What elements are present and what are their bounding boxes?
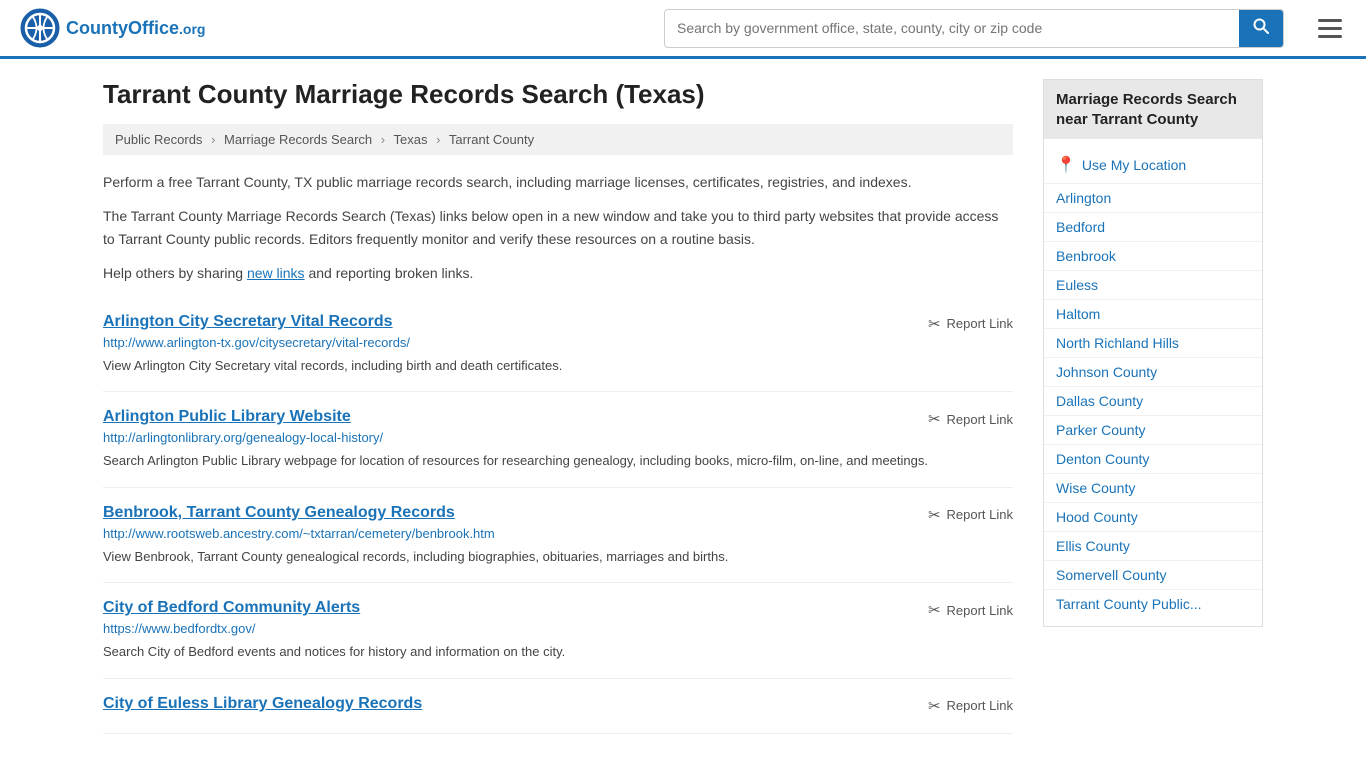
breadcrumb-public-records[interactable]: Public Records xyxy=(115,132,202,147)
result-desc: View Arlington City Secretary vital reco… xyxy=(103,356,1013,376)
logo-text: CountyOffice.org xyxy=(66,18,205,39)
use-my-location-label: Use My Location xyxy=(1082,157,1186,173)
logo-county: CountyOffice xyxy=(66,18,179,38)
result-title[interactable]: Arlington City Secretary Vital Records xyxy=(103,313,393,331)
result-item: Benbrook, Tarrant County Genealogy Recor… xyxy=(103,488,1013,584)
result-header: City of Bedford Community Alerts ✂ Repor… xyxy=(103,599,1013,621)
breadcrumb: Public Records › Marriage Records Search… xyxy=(103,124,1013,155)
result-title[interactable]: City of Bedford Community Alerts xyxy=(103,599,360,617)
sidebar-link-somervell-county[interactable]: Somervell County xyxy=(1044,561,1262,590)
report-link[interactable]: ✂ Report Link xyxy=(928,506,1013,524)
hamburger-menu-button[interactable] xyxy=(1314,15,1346,42)
search-bar xyxy=(664,9,1284,48)
sidebar-link-hood-county[interactable]: Hood County xyxy=(1044,503,1262,532)
breadcrumb-sep-2: › xyxy=(381,132,385,147)
report-label: Report Link xyxy=(947,698,1013,713)
result-item: City of Euless Library Genealogy Records… xyxy=(103,679,1013,734)
breadcrumb-tarrant-county[interactable]: Tarrant County xyxy=(449,132,534,147)
logo-icon xyxy=(20,8,60,48)
report-icon: ✂ xyxy=(928,410,941,428)
result-url[interactable]: http://arlingtonlibrary.org/genealogy-lo… xyxy=(103,430,1013,445)
result-url[interactable]: http://www.rootsweb.ancestry.com/~txtarr… xyxy=(103,526,1013,541)
logo[interactable]: CountyOffice.org xyxy=(20,8,205,48)
sidebar-link-denton-county[interactable]: Denton County xyxy=(1044,445,1262,474)
use-my-location-link[interactable]: 📍 Use My Location xyxy=(1044,147,1262,184)
logo-suffix: .org xyxy=(179,21,205,37)
result-title[interactable]: City of Euless Library Genealogy Records xyxy=(103,695,422,713)
result-desc: Search City of Bedford events and notice… xyxy=(103,642,1013,662)
result-header: City of Euless Library Genealogy Records… xyxy=(103,695,1013,717)
sidebar-section: Marriage Records Search near Tarrant Cou… xyxy=(1043,79,1263,627)
report-label: Report Link xyxy=(947,316,1013,331)
sidebar-link-benbrook[interactable]: Benbrook xyxy=(1044,242,1262,271)
breadcrumb-sep-3: › xyxy=(436,132,440,147)
sidebar-link-parker-county[interactable]: Parker County xyxy=(1044,416,1262,445)
menu-bar-1 xyxy=(1318,19,1342,22)
result-title[interactable]: Arlington Public Library Website xyxy=(103,408,351,426)
result-desc: View Benbrook, Tarrant County genealogic… xyxy=(103,547,1013,567)
result-header: Arlington City Secretary Vital Records ✂… xyxy=(103,313,1013,335)
share-prefix: Help others by sharing xyxy=(103,265,247,281)
result-desc: Search Arlington Public Library webpage … xyxy=(103,451,1013,471)
result-item: Arlington Public Library Website ✂ Repor… xyxy=(103,392,1013,488)
page-title: Tarrant County Marriage Records Search (… xyxy=(103,79,1013,110)
search-icon xyxy=(1253,18,1269,34)
report-label: Report Link xyxy=(947,507,1013,522)
header: CountyOffice.org xyxy=(0,0,1366,59)
result-item: Arlington City Secretary Vital Records ✂… xyxy=(103,297,1013,393)
breadcrumb-marriage-records[interactable]: Marriage Records Search xyxy=(224,132,372,147)
report-link[interactable]: ✂ Report Link xyxy=(928,315,1013,333)
sidebar: Marriage Records Search near Tarrant Cou… xyxy=(1043,79,1263,734)
sidebar-link-arlington[interactable]: Arlington xyxy=(1044,184,1262,213)
report-icon: ✂ xyxy=(928,601,941,619)
sidebar-link-johnson-county[interactable]: Johnson County xyxy=(1044,358,1262,387)
content-area: Tarrant County Marriage Records Search (… xyxy=(103,79,1013,734)
sidebar-link-haltom[interactable]: Haltom xyxy=(1044,300,1262,329)
report-label: Report Link xyxy=(947,603,1013,618)
sidebar-link-tarrant-county-public[interactable]: Tarrant County Public... xyxy=(1044,590,1262,618)
report-icon: ✂ xyxy=(928,506,941,524)
report-label: Report Link xyxy=(947,412,1013,427)
sidebar-link-dallas-county[interactable]: Dallas County xyxy=(1044,387,1262,416)
result-item: City of Bedford Community Alerts ✂ Repor… xyxy=(103,583,1013,679)
search-button[interactable] xyxy=(1239,10,1283,47)
sidebar-link-euless[interactable]: Euless xyxy=(1044,271,1262,300)
result-header: Benbrook, Tarrant County Genealogy Recor… xyxy=(103,504,1013,526)
report-link[interactable]: ✂ Report Link xyxy=(928,410,1013,428)
sidebar-link-bedford[interactable]: Bedford xyxy=(1044,213,1262,242)
result-url[interactable]: http://www.arlington-tx.gov/citysecretar… xyxy=(103,335,1013,350)
report-icon: ✂ xyxy=(928,697,941,715)
search-input[interactable] xyxy=(665,12,1239,44)
report-link[interactable]: ✂ Report Link xyxy=(928,601,1013,619)
breadcrumb-sep-1: › xyxy=(211,132,215,147)
result-header: Arlington Public Library Website ✂ Repor… xyxy=(103,408,1013,430)
sidebar-link-ellis-county[interactable]: Ellis County xyxy=(1044,532,1262,561)
main-layout: Tarrant County Marriage Records Search (… xyxy=(83,59,1283,754)
description-intro: Perform a free Tarrant County, TX public… xyxy=(103,171,1013,193)
menu-bar-3 xyxy=(1318,35,1342,38)
result-url[interactable]: https://www.bedfordtx.gov/ xyxy=(103,621,1013,636)
report-icon: ✂ xyxy=(928,315,941,333)
sidebar-link-wise-county[interactable]: Wise County xyxy=(1044,474,1262,503)
sidebar-title: Marriage Records Search near Tarrant Cou… xyxy=(1044,80,1262,139)
new-links[interactable]: new links xyxy=(247,265,305,281)
share-suffix: and reporting broken links. xyxy=(305,265,474,281)
breadcrumb-texas[interactable]: Texas xyxy=(394,132,428,147)
result-title[interactable]: Benbrook, Tarrant County Genealogy Recor… xyxy=(103,504,455,522)
description-body: The Tarrant County Marriage Records Sear… xyxy=(103,205,1013,250)
sidebar-link-north-richland-hills[interactable]: North Richland Hills xyxy=(1044,329,1262,358)
menu-bar-2 xyxy=(1318,27,1342,30)
sidebar-links: 📍 Use My Location Arlington Bedford Benb… xyxy=(1044,139,1262,626)
location-icon: 📍 xyxy=(1056,155,1076,175)
description-share: Help others by sharing new links and rep… xyxy=(103,262,1013,284)
report-link[interactable]: ✂ Report Link xyxy=(928,697,1013,715)
